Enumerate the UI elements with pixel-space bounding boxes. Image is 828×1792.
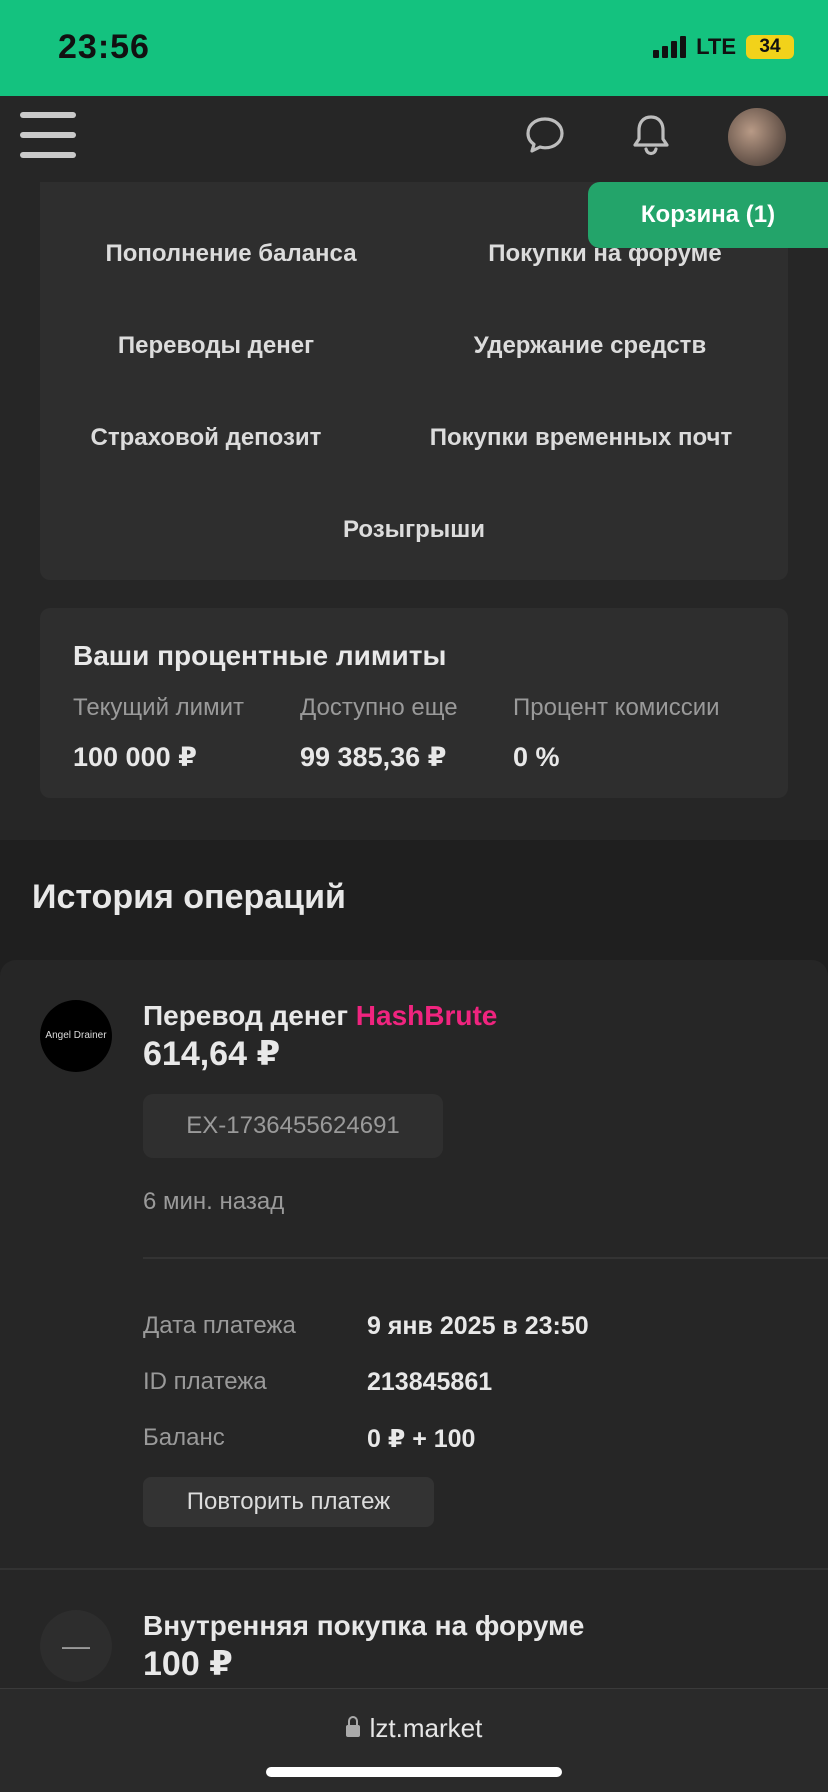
balance-label: Баланс — [143, 1424, 225, 1451]
current-limit-label: Текущий лимит — [73, 694, 244, 721]
operations-list: Angel Drainer Перевод денег HashBrute 61… — [0, 960, 828, 1690]
category-money-transfers[interactable]: Переводы денег — [118, 332, 314, 360]
address-bar[interactable]: lzt.market — [0, 1713, 828, 1744]
balance-value: 0 ₽ + 100 — [367, 1425, 476, 1453]
cart-button[interactable]: Корзина (1) — [588, 182, 828, 248]
menu-icon[interactable] — [20, 112, 76, 162]
lock-icon — [345, 1716, 360, 1737]
operation-title: Внутренняя покупка на форуме — [143, 1610, 585, 1641]
operation-amount: 100 ₽ — [143, 1645, 233, 1683]
avatar[interactable] — [728, 108, 786, 166]
fee-value: 0 % — [513, 742, 560, 772]
category-balance-topup[interactable]: Пополнение баланса — [105, 240, 356, 268]
percent-limits-panel: Ваши процентные лимиты Текущий лимит Дос… — [40, 608, 788, 798]
battery-icon: 34 — [746, 35, 794, 59]
limits-title: Ваши процентные лимиты — [73, 640, 447, 671]
repeat-payment-button[interactable]: Повторить платеж — [143, 1477, 434, 1527]
operation-type: Перевод денег — [143, 1000, 348, 1031]
signal-icon — [653, 36, 687, 58]
category-insurance-deposit[interactable]: Страховой депозит — [91, 424, 322, 452]
fee-label: Процент комиссии — [513, 694, 720, 721]
payment-date-value: 9 янв 2025 в 23:50 — [367, 1312, 589, 1340]
category-giveaways[interactable]: Розыгрыши — [343, 516, 485, 544]
top-nav — [0, 96, 828, 182]
status-indicators: LTE 34 — [653, 34, 794, 60]
minus-icon: — — [40, 1610, 112, 1682]
divider — [0, 1568, 828, 1570]
operation-time: 6 мин. назад — [143, 1188, 285, 1215]
avatar-label: Angel Drainer — [45, 1030, 107, 1041]
browser-url-bar: lzt.market — [0, 1688, 828, 1792]
history-title: История операций — [32, 878, 346, 916]
status-bar: 23:56 LTE 34 — [0, 0, 828, 96]
payment-date-label: Дата платежа — [143, 1312, 296, 1339]
network-type: LTE — [696, 34, 736, 59]
url-text: lzt.market — [369, 1713, 483, 1743]
status-time: 23:56 — [58, 28, 150, 66]
payment-id-label: ID платежа — [143, 1368, 267, 1395]
operation-user-avatar[interactable]: Angel Drainer — [40, 1000, 112, 1072]
home-indicator[interactable] — [266, 1767, 562, 1777]
available-value: 99 385,36 ₽ — [300, 742, 447, 772]
operation-comment: EX-1736455624691 — [143, 1094, 443, 1158]
category-funds-hold[interactable]: Удержание средств — [474, 332, 706, 360]
chat-icon[interactable] — [524, 114, 566, 161]
divider — [143, 1257, 828, 1259]
available-label: Доступно еще — [300, 694, 458, 721]
operation-username[interactable]: HashBrute — [356, 1000, 498, 1031]
current-limit-value: 100 000 ₽ — [73, 742, 197, 772]
category-temp-mail-purchases[interactable]: Покупки временных почт — [430, 424, 733, 452]
operation-amount: 614,64 ₽ — [143, 1035, 281, 1073]
bell-icon[interactable] — [630, 112, 672, 163]
payment-id-value: 213845861 — [367, 1368, 493, 1396]
wallet-section: Пополнение баланса Покупки на форуме Пер… — [0, 182, 828, 840]
operation-title: Перевод денег HashBrute — [143, 1000, 497, 1032]
